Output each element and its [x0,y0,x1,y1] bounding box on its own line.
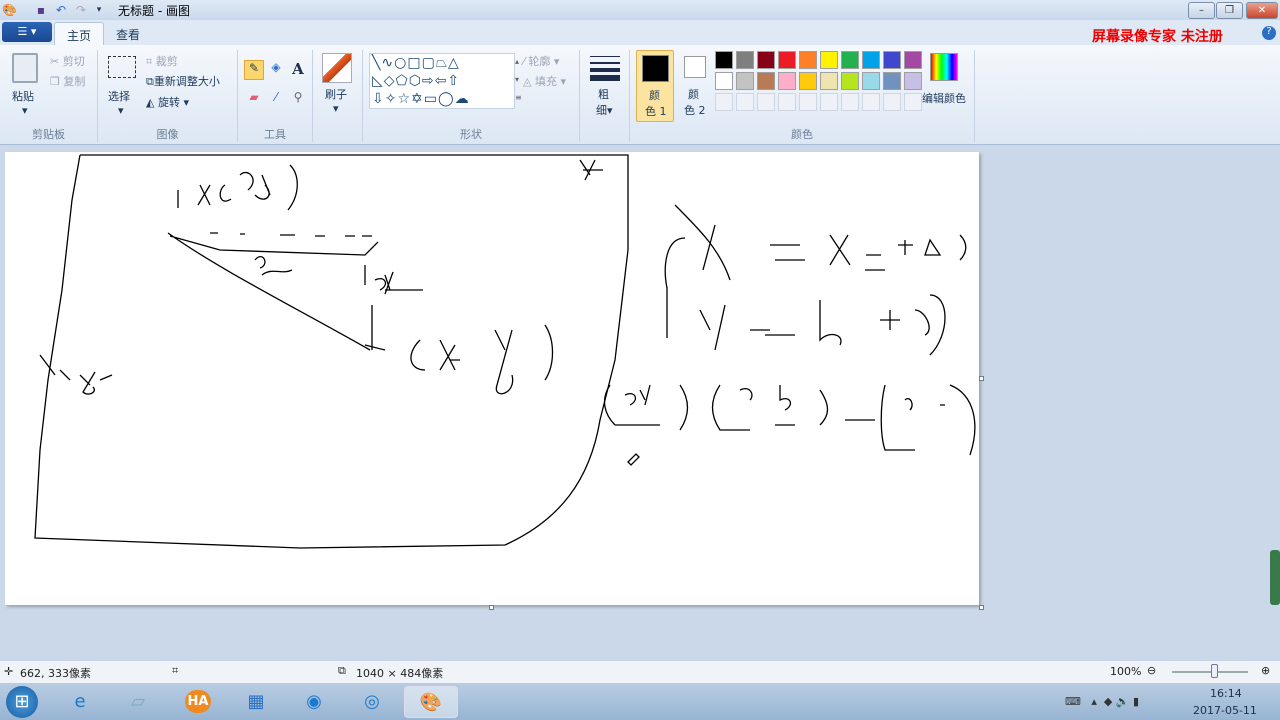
cursor-position-icon: ✛ [4,665,14,678]
clock-date[interactable]: 2017-05-11 [1193,704,1257,717]
taskbar-control-panel-icon[interactable]: ▦ [236,686,276,718]
zoom-slider[interactable] [1172,671,1248,673]
selection-size-icon: ⌗ [172,664,179,677]
zoom-slider-thumb[interactable] [1211,664,1218,678]
zoom-in-button[interactable]: ⊕ [1261,664,1270,677]
clock-time[interactable]: 16:14 [1210,687,1242,700]
taskbar-ie-icon[interactable]: e [60,686,100,718]
taskbar-notebook-icon[interactable]: ▱ [118,686,158,718]
status-bar: ✛ 662, 333像素 ⌗ ⧉ 1040 × 484像素 100% ⊖ ⊕ [0,660,1280,683]
cursor-position: 662, 333像素 [20,667,91,680]
taskbar-ha-icon[interactable]: HA [178,686,218,718]
tray-icons[interactable]: ⌨ ▴ ◆ 🔈 ▮ [1065,695,1139,708]
taskbar-browser-icon[interactable]: ◎ [352,686,392,718]
canvas-size-icon: ⧉ [338,664,346,677]
zoom-level: 100% [1110,665,1142,678]
zoom-out-button[interactable]: ⊖ [1147,664,1156,677]
taskbar-app-icon[interactable]: ◉ [294,686,334,718]
canvas-size: 1040 × 484像素 [356,667,444,680]
start-button[interactable]: ⊞ [6,686,38,718]
taskbar-paint-icon[interactable]: 🎨 [404,686,458,718]
handwritten-sketch [34,154,976,549]
